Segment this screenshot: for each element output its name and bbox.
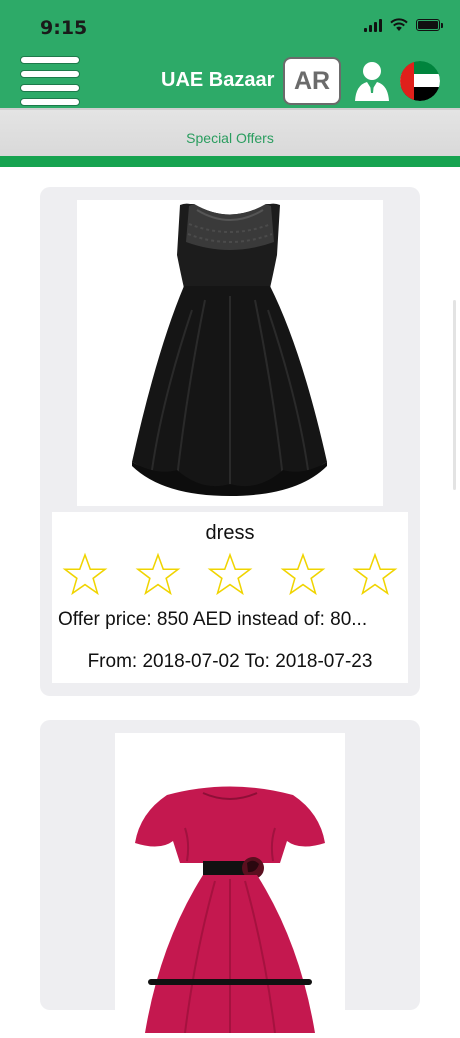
menu-icon[interactable] (20, 56, 80, 106)
scroll-indicator[interactable] (453, 300, 456, 490)
uae-flag-icon[interactable] (400, 61, 440, 101)
section-title: Special Offers (186, 130, 274, 146)
offer-card[interactable] (40, 720, 420, 1034)
home-indicator[interactable] (148, 979, 312, 985)
star-icon[interactable] (207, 552, 253, 598)
offer-dates: From: 2018-07-02 To: 2018-07-23 (87, 651, 373, 672)
product-image[interactable] (115, 733, 345, 1034)
status-time: 9:15 (40, 17, 88, 39)
star-icon[interactable] (135, 552, 181, 598)
dress-image (135, 786, 325, 1034)
offer-card[interactable]: dress Offer price: 850 AED instead of: 8… (40, 187, 420, 696)
star-icon[interactable] (352, 552, 398, 598)
rating-stars[interactable] (62, 552, 398, 598)
product-image[interactable] (77, 200, 383, 506)
star-icon[interactable] (280, 552, 326, 598)
offer-price: Offer price: 850 AED instead of: 80... (58, 609, 368, 630)
battery-icon (416, 19, 443, 31)
product-name: dress (205, 522, 255, 544)
status-icons (364, 18, 443, 32)
subheader-divider (0, 156, 460, 167)
offer-details: dress Offer price: 850 AED instead of: 8… (52, 512, 408, 683)
wifi-icon (390, 18, 408, 31)
user-icon[interactable] (352, 60, 392, 102)
app-title: UAE Bazaar (161, 69, 275, 91)
language-toggle-button[interactable]: AR (283, 57, 341, 105)
subheader-bar: Special Offers (0, 108, 460, 156)
app-header: 9:15 UAE Bazaar AR (0, 0, 460, 108)
dress-image (132, 203, 327, 496)
star-icon[interactable] (62, 552, 108, 598)
cellular-signal-icon (364, 18, 382, 32)
